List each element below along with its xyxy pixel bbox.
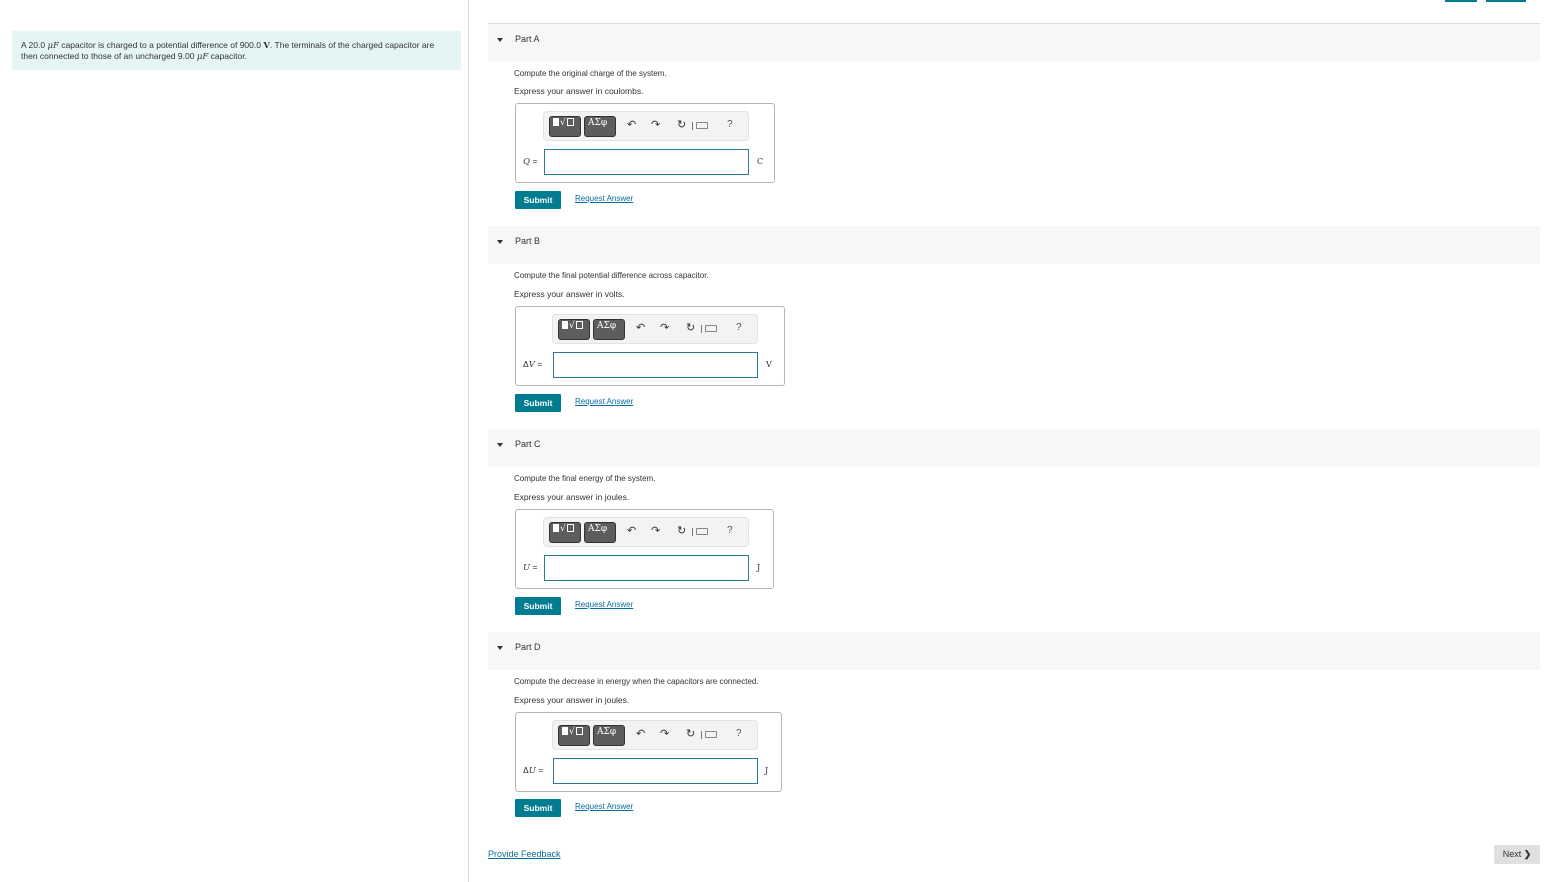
question-text: Compute the final potential difference a… — [514, 271, 709, 280]
undo-icon[interactable]: ↶ — [627, 525, 636, 537]
unit-label: J — [765, 766, 769, 775]
request-answer-link[interactable]: Request Answer — [575, 194, 633, 203]
reset-icon[interactable]: ↻ — [686, 322, 695, 334]
part-c-header[interactable]: Part C — [488, 429, 1540, 467]
help-icon[interactable]: ? — [727, 119, 733, 131]
reset-icon[interactable]: ↻ — [677, 119, 686, 131]
variable-label: Q = — [523, 156, 538, 167]
templates-button[interactable]: √ — [558, 319, 590, 340]
part-b-header[interactable]: Part B — [488, 226, 1540, 264]
variable-label: ΔV = — [523, 359, 543, 370]
greek-symbols-button[interactable]: ΑΣφ — [584, 522, 616, 543]
reset-icon[interactable]: ↻ — [677, 525, 686, 537]
templates-button[interactable]: √ — [549, 116, 581, 137]
undo-icon[interactable]: ↶ — [636, 728, 645, 740]
help-icon[interactable]: ? — [736, 728, 742, 740]
problem-unit-microfarad: μF — [196, 52, 209, 62]
unit-label: V — [766, 360, 772, 369]
answer-input[interactable] — [544, 149, 749, 175]
answer-box: √ ΑΣφ ↶ ↷ ↻ ? Q = C — [515, 103, 775, 183]
part-title: Part D — [515, 642, 541, 652]
problem-text-6: capacitor. — [208, 51, 247, 61]
problem-unit-volt: V — [263, 41, 270, 51]
keyboard-icon[interactable] — [696, 122, 708, 129]
keyboard-icon[interactable] — [705, 325, 717, 332]
toolbar-separator — [692, 528, 693, 536]
answer-input[interactable] — [553, 758, 758, 784]
variable-label: ΔU = — [523, 765, 544, 776]
problem-statement: A 20.0 μF capacitor is charged to a pote… — [12, 31, 461, 70]
top-nav-link[interactable] — [1445, 0, 1477, 2]
redo-icon[interactable]: ↷ — [651, 525, 660, 537]
redo-icon[interactable]: ↷ — [660, 322, 669, 334]
reset-icon[interactable]: ↻ — [686, 728, 695, 740]
math-toolbar: √ ΑΣφ ↶ ↷ ↻ ? — [552, 314, 758, 344]
variable-label: U = — [523, 562, 538, 573]
part-title: Part C — [515, 439, 541, 449]
request-answer-link[interactable]: Request Answer — [575, 802, 633, 811]
question-text: Compute the decrease in energy when the … — [514, 677, 759, 686]
submit-button[interactable]: Submit — [515, 394, 561, 412]
provide-feedback-link[interactable]: Provide Feedback — [488, 849, 561, 859]
keyboard-icon[interactable] — [696, 528, 708, 535]
problem-text-0: A 20.0 — [21, 40, 48, 50]
toolbar-separator — [701, 731, 702, 739]
answer-input[interactable] — [544, 555, 749, 581]
templates-button[interactable]: √ — [558, 725, 590, 746]
question-text: Compute the final energy of the system. — [514, 474, 656, 483]
caret-down-icon — [497, 646, 503, 650]
caret-down-icon — [497, 240, 503, 244]
math-toolbar: √ ΑΣφ ↶ ↷ ↻ ? — [552, 720, 758, 750]
unit-label: J — [757, 563, 761, 572]
express-instruction: Express your answer in joules. — [514, 695, 630, 705]
question-text: Compute the original charge of the syste… — [514, 69, 667, 78]
answer-box: √ ΑΣφ ↶ ↷ ↻ ? U = J — [515, 509, 774, 589]
submit-button[interactable]: Submit — [515, 191, 561, 209]
submit-button[interactable]: Submit — [515, 799, 561, 817]
keyboard-icon[interactable] — [705, 731, 717, 738]
part-d-header[interactable]: Part D — [488, 632, 1540, 670]
answer-box: √ ΑΣφ ↶ ↷ ↻ ? ΔU = J — [515, 712, 782, 792]
greek-symbols-button[interactable]: ΑΣφ — [593, 319, 625, 340]
part-title: Part A — [515, 34, 540, 44]
next-button[interactable]: Next ❯ — [1494, 845, 1540, 864]
part-title: Part B — [515, 236, 541, 246]
undo-icon[interactable]: ↶ — [627, 119, 636, 131]
math-toolbar: √ ΑΣφ ↶ ↷ ↻ ? — [543, 517, 749, 547]
answer-box: √ ΑΣφ ↶ ↷ ↻ ? ΔV = V — [515, 306, 785, 386]
undo-icon[interactable]: ↶ — [636, 322, 645, 334]
express-instruction: Express your answer in coulombs. — [514, 86, 644, 96]
problem-unit-microfarad: μF — [47, 41, 59, 51]
part-a-header[interactable]: Part A — [488, 23, 1540, 61]
request-answer-link[interactable]: Request Answer — [575, 600, 633, 609]
toolbar-separator — [692, 122, 693, 130]
redo-icon[interactable]: ↷ — [660, 728, 669, 740]
next-label: Next — [1502, 849, 1522, 859]
greek-symbols-button[interactable]: ΑΣφ — [584, 116, 616, 137]
submit-button[interactable]: Submit — [515, 597, 561, 615]
toolbar-separator — [701, 325, 702, 333]
express-instruction: Express your answer in joules. — [514, 492, 630, 502]
templates-button[interactable]: √ — [549, 522, 581, 543]
caret-down-icon — [497, 38, 503, 42]
request-answer-link[interactable]: Request Answer — [575, 397, 633, 406]
answer-input[interactable] — [553, 352, 758, 378]
express-instruction: Express your answer in volts. — [514, 289, 625, 299]
greek-symbols-button[interactable]: ΑΣφ — [593, 725, 625, 746]
math-toolbar: √ ΑΣφ ↶ ↷ ↻ ? — [543, 111, 749, 141]
chevron-right-icon: ❯ — [1523, 849, 1532, 859]
caret-down-icon — [497, 443, 503, 447]
help-icon[interactable]: ? — [736, 322, 742, 334]
unit-label: C — [757, 157, 764, 166]
help-icon[interactable]: ? — [727, 525, 733, 537]
redo-icon[interactable]: ↷ — [651, 119, 660, 131]
problem-panel: A 20.0 μF capacitor is charged to a pote… — [0, 0, 469, 882]
problem-text-2: capacitor is charged to a potential diff… — [58, 40, 264, 50]
top-nav-link[interactable] — [1486, 0, 1526, 2]
